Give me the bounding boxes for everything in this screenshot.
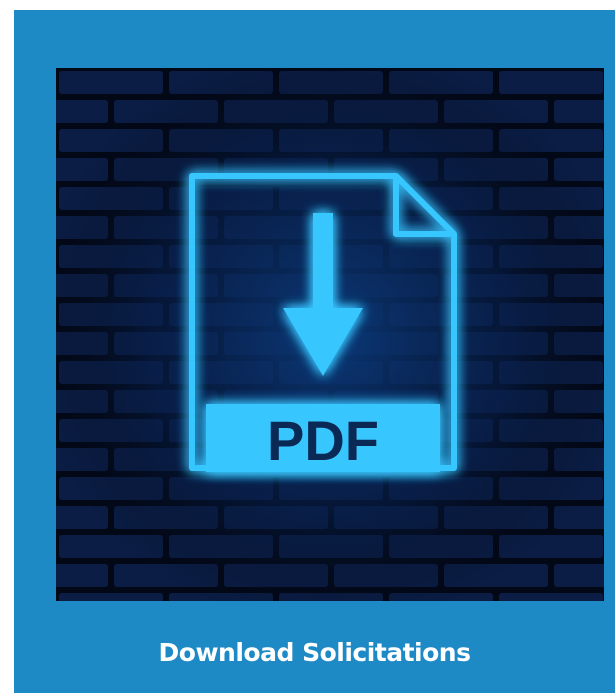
- pdf-download-image[interactable]: PDF: [56, 68, 604, 601]
- tile-caption[interactable]: Download Solicitations: [14, 638, 615, 667]
- pdf-label-text: PDF: [267, 409, 379, 472]
- pdf-download-icon: PDF: [56, 68, 604, 601]
- download-solicitations-tile[interactable]: PDF Download Solicitations: [14, 10, 615, 693]
